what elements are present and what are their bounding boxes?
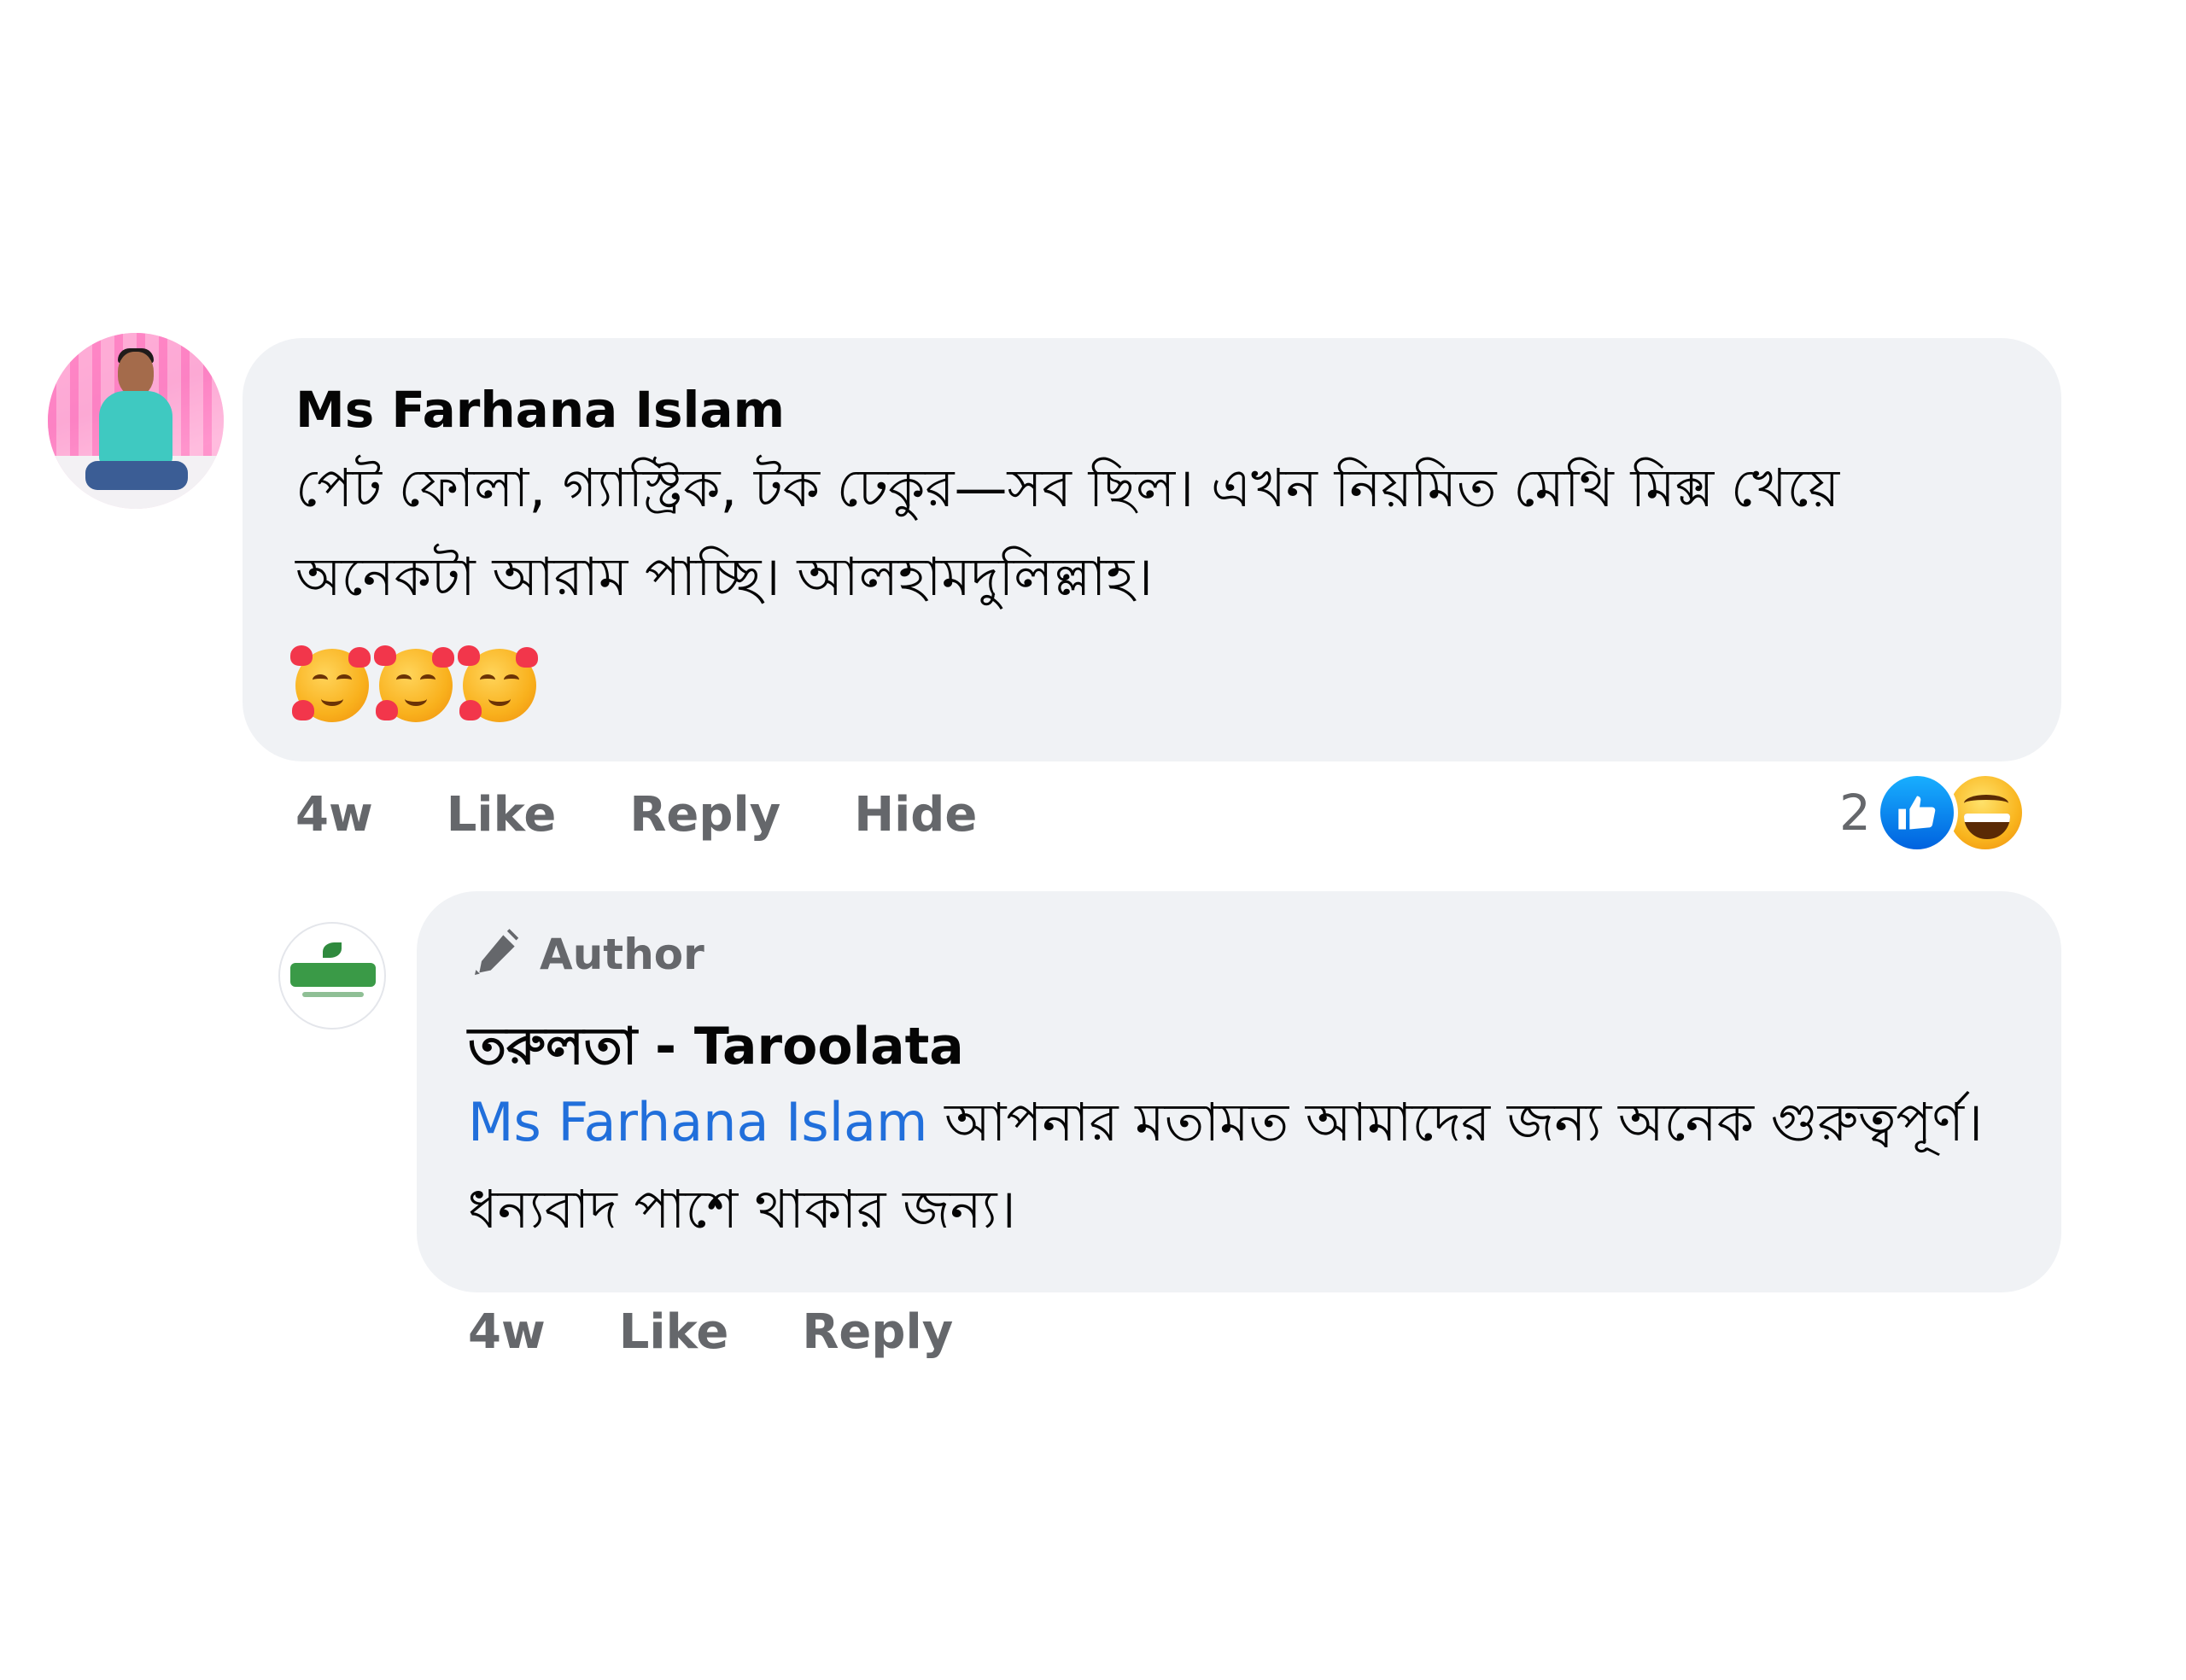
like-reaction-icon bbox=[1875, 772, 1958, 854]
pen-icon bbox=[475, 929, 519, 975]
comment-emojis bbox=[290, 645, 538, 722]
comment-text: পেট ফোলা, গ্যাস্ট্রিক, টক ঢেকুর—সব ছিল। … bbox=[295, 457, 1840, 608]
author-badge: Author bbox=[468, 927, 704, 982]
comment-timestamp[interactable]: 4w bbox=[295, 787, 373, 843]
comment-actions: 4w Like Reply Hide bbox=[295, 787, 1050, 843]
comment-author-name[interactable]: Ms Farhana Islam bbox=[295, 381, 785, 439]
hide-button[interactable]: Hide bbox=[854, 787, 977, 843]
reply-actions: 4w Like Reply bbox=[468, 1304, 1026, 1360]
reply-timestamp[interactable]: 4w bbox=[468, 1304, 546, 1360]
reply-text: Ms Farhana Islam আপনার মতামত আমাদের জন্য… bbox=[468, 1079, 2031, 1253]
like-button[interactable]: Like bbox=[447, 787, 557, 843]
reply-reply-button[interactable]: Reply bbox=[802, 1304, 953, 1360]
reply-like-button[interactable]: Like bbox=[619, 1304, 729, 1360]
commenter-avatar[interactable] bbox=[48, 333, 224, 509]
author-badge-label: Author bbox=[540, 930, 704, 979]
reply-button[interactable]: Reply bbox=[629, 787, 780, 843]
smiling-face-with-hearts-emoji bbox=[290, 645, 371, 722]
page-avatar[interactable] bbox=[278, 922, 386, 1030]
smiling-face-with-hearts-emoji bbox=[374, 645, 454, 722]
reaction-summary[interactable]: 2 bbox=[1839, 772, 2026, 854]
mention-link[interactable]: Ms Farhana Islam bbox=[468, 1091, 927, 1153]
smiling-face-with-hearts-emoji bbox=[458, 645, 538, 722]
reaction-count: 2 bbox=[1839, 784, 1871, 842]
